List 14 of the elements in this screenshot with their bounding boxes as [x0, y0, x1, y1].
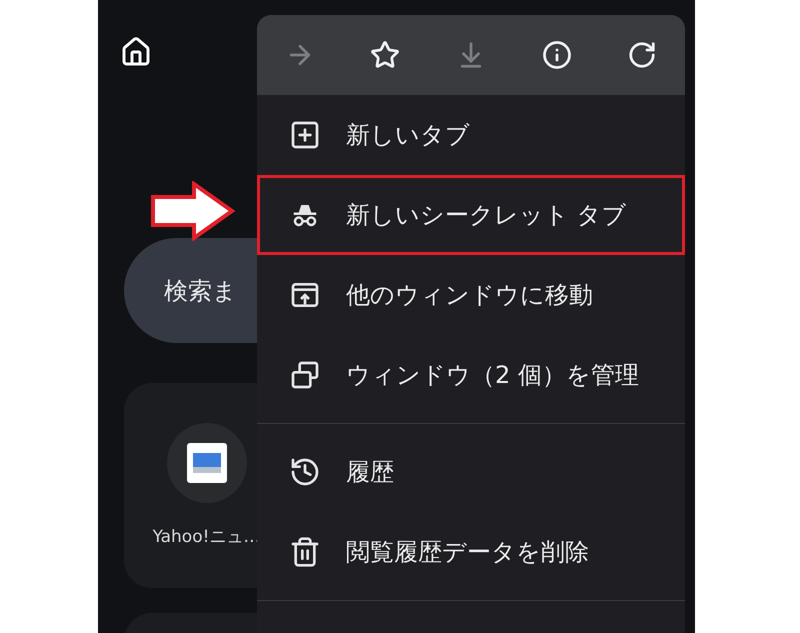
plus-square-icon — [289, 119, 321, 151]
menu-item[interactable]: 新しいタブ — [257, 95, 685, 175]
menu-item[interactable]: 新しいシークレット タブ — [257, 175, 685, 255]
history-icon — [289, 456, 321, 488]
reload-icon[interactable] — [627, 40, 658, 70]
trash-icon — [289, 536, 321, 568]
two-windows-icon — [289, 359, 321, 391]
menu-item[interactable]: 閲覧履歴データを削除 — [257, 512, 685, 592]
info-icon[interactable] — [542, 40, 572, 70]
menu-item[interactable]: ウィンドウ（2 個）を管理 — [257, 335, 685, 415]
menu-item[interactable]: 他のウィンドウに移動 — [257, 255, 685, 335]
star-icon[interactable] — [370, 40, 400, 70]
home-button[interactable] — [120, 36, 152, 68]
menu-item[interactable]: 履歴 — [257, 432, 685, 512]
